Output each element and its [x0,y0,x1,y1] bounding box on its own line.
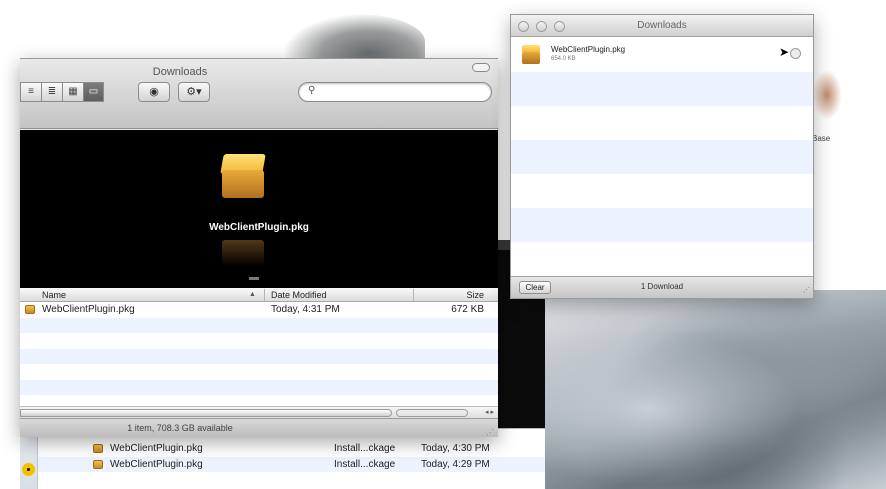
downloads-window: Downloads WebClientPlugin.pkg 654.0 KB ➤… [510,14,814,299]
status-bar: 1 item, 708.3 GB available ⋰ [20,418,498,437]
file-list: WebClientPlugin.pkg Today, 4:31 PM 672 K… [20,302,498,406]
list-item[interactable]: WebClientPlugin.pkg Install...ckage Toda… [38,441,545,456]
search-icon: ⚲ [308,85,316,96]
column-header-size[interactable]: Size [466,288,484,302]
sort-arrow-icon: ▲ [249,291,256,298]
view-mode-control: ≡ ≣ ▦ ▭ [20,82,104,102]
search-field[interactable]: ⚲ [298,82,492,102]
downloads-list: WebClientPlugin.pkg 654.0 KB ➤ [511,38,813,276]
reveal-in-finder-button[interactable] [790,48,801,59]
download-size: 654.0 KB [551,56,576,62]
search-input[interactable] [323,85,483,99]
icon-view-button[interactable]: ≡ [20,82,41,102]
package-icon [521,45,541,65]
finder-toolbar: Downloads ≡ ≣ ▦ ▭ ◉ ⚙▾ ⚲ [20,59,498,129]
package-body [522,52,540,64]
action-menu-button[interactable]: ⚙▾ [178,82,210,102]
list-item[interactable]: WebClientPlugin.pkg Install...ckage Toda… [38,457,545,472]
file-date: Today, 4:29 PM [421,459,490,470]
package-icon [93,444,103,453]
eye-icon: ◉ [149,86,159,98]
package-icon[interactable] [218,152,268,202]
file-kind: Install...ckage [334,459,396,470]
resize-grip-icon[interactable]: ⋰ [486,424,494,442]
window-title: Downloads [637,20,687,31]
empty-row [511,208,813,242]
quick-look-button[interactable]: ◉ [138,82,170,102]
package-icon [93,460,103,469]
download-item[interactable]: WebClientPlugin.pkg 654.0 KB ➤ [511,38,813,72]
icon-reflection [222,240,264,266]
mouse-cursor-icon: ➤ [778,45,789,59]
download-name: WebClientPlugin.pkg [551,45,626,54]
file-size: 672 KB [451,304,484,315]
column-divider[interactable] [413,289,414,301]
background-list-window: WebClientPlugin.pkg Install...ckage Toda… [20,428,545,489]
list-view-button[interactable]: ≣ [41,82,62,102]
column-divider[interactable] [264,289,265,301]
scrollbar-track[interactable] [396,409,468,417]
empty-row [511,140,813,174]
file-name: WebClientPlugin.pkg [42,304,135,315]
window-title: Downloads [152,66,208,78]
table-row[interactable]: WebClientPlugin.pkg Today, 4:31 PM 672 K… [20,302,498,318]
status-text: 1 item, 708.3 GB available [127,423,233,433]
finder-window: Downloads ≡ ≣ ▦ ▭ ◉ ⚙▾ ⚲ WebClientPlugin… [20,58,498,437]
downloads-titlebar[interactable]: Downloads [511,15,813,37]
package-body [222,170,264,198]
empty-row [511,174,813,208]
file-kind: Install...ckage [334,443,396,454]
background-sidebar [20,429,38,489]
toolbar-toggle-button[interactable] [472,63,490,72]
horizontal-scrollbar[interactable]: ◂ ▸ [20,406,498,418]
package-icon [25,305,35,314]
empty-row [20,333,498,349]
column-header-date[interactable]: Date Modified [271,288,327,302]
file-name: WebClientPlugin.pkg [110,443,203,454]
file-date: Today, 4:30 PM [421,443,490,454]
empty-row [511,242,813,276]
empty-row [20,348,498,364]
gear-icon: ⚙▾ [186,86,202,98]
downloads-footer: Clear 1 Download ⋰ [511,276,813,298]
file-name: WebClientPlugin.pkg [110,459,203,470]
coverflow-view-button[interactable]: ▭ [83,82,104,102]
desktop-image [812,70,842,120]
resize-grip-icon[interactable]: ⋰ [803,286,810,294]
desktop-background-photo [545,290,886,489]
coverflow-view[interactable]: WebClientPlugin.pkg [20,130,498,288]
empty-row [20,364,498,380]
file-date: Today, 4:31 PM [271,304,340,315]
empty-row [511,72,813,106]
radiation-icon [22,463,35,476]
column-view-button[interactable]: ▦ [62,82,83,102]
list-header: Name ▲ Date Modified Size [20,288,498,302]
download-count: 1 Download [640,282,684,291]
empty-row [511,106,813,140]
column-header-name[interactable]: Name [42,288,66,302]
empty-row [20,317,498,333]
scrollbar-thumb[interactable] [20,409,392,417]
coverflow-scrollbar[interactable] [249,277,259,280]
desktop-label: Base [812,134,831,143]
coverflow-item-label: WebClientPlugin.pkg [209,222,309,233]
empty-row [20,379,498,395]
